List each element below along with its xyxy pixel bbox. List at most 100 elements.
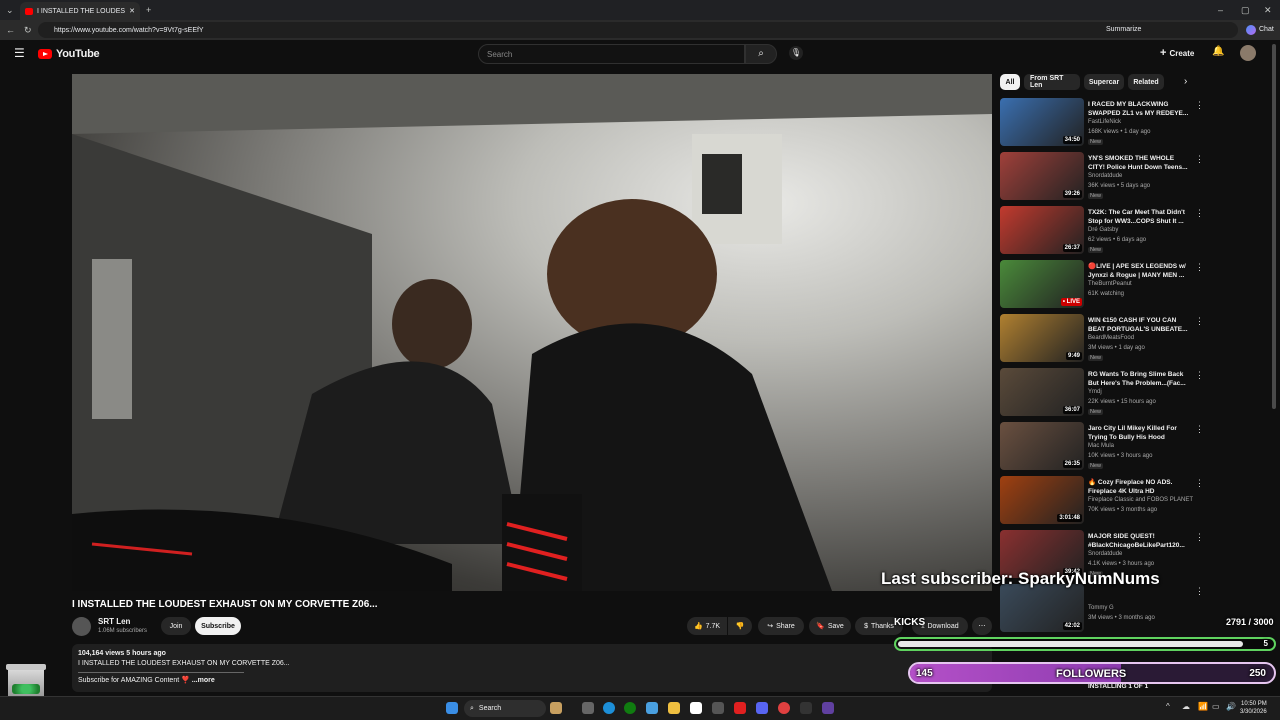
volume-icon[interactable]: 🔊 [1226,702,1236,711]
search-input[interactable]: Search [478,44,745,64]
recommendation-thumbnail[interactable]: 36:07 [1000,368,1084,416]
task-view-icon[interactable] [582,702,594,714]
taskbar-search-box[interactable]: ⌕ Search [464,700,546,717]
widget-icon[interactable] [550,702,562,714]
partial-recommendation-title[interactable]: INSTALLING 1 OF 1 [1088,683,1148,690]
recommendation-item[interactable]: 34:50 I RACED MY BLACKWING SWAPPED ZL1 vs… [1000,98,1270,148]
recommendation-channel[interactable]: Tommy G [1088,605,1114,611]
edge-icon[interactable] [603,702,615,714]
recommendation-item[interactable]: 26:35 Jaro City Lil Mikey Killed For Tryi… [1000,422,1270,472]
clock[interactable]: 10:50 PM 3/30/2026 [1240,700,1267,716]
video-player[interactable] [72,74,992,591]
youtube-logo[interactable]: YouTube [38,48,100,60]
start-icon[interactable] [446,702,458,714]
youtube-app-icon[interactable] [734,702,746,714]
join-button[interactable]: Join [161,617,191,635]
dislike-button[interactable]: 👎 [728,617,752,635]
more-options-icon[interactable]: ⋮ [1195,586,1204,597]
recommendation-item[interactable]: • LIVE 🔴LIVE | APE SEX LEGENDS w/ Jynxzi … [1000,260,1270,310]
more-options-icon[interactable]: ⋮ [1195,532,1204,543]
more-options-icon[interactable]: ⋮ [1195,208,1204,219]
new-tab-icon[interactable]: + [146,0,151,20]
file-explorer-icon[interactable] [668,702,680,714]
browser-tab[interactable]: I INSTALLED THE LOUDEST EX ✕ [20,2,140,20]
microphone-icon[interactable]: 🎙 [789,46,803,60]
chevron-right-icon[interactable]: › [1184,76,1187,87]
tab-list-icon[interactable]: ⌄ [6,0,14,20]
recommendation-title[interactable]: 🔥 Cozy Fireplace NO ADS. Fireplace 4K Ul… [1088,478,1192,496]
tray-chevron-icon[interactable]: ^ [1166,702,1170,711]
amazon-icon[interactable] [712,702,724,714]
recommendation-channel[interactable]: TheBurntPeanut [1088,281,1132,287]
app-icon[interactable] [822,702,834,714]
more-actions-button[interactable]: ⋯ [972,617,992,635]
create-button[interactable]: + Create [1160,47,1194,59]
copilot-icon[interactable] [1246,25,1256,35]
discord-icon[interactable] [756,702,768,714]
like-button[interactable]: 👍 7.7K [687,617,727,635]
more-options-icon[interactable]: ⋮ [1195,424,1204,435]
save-button[interactable]: 🔖 Save [809,617,851,635]
chip-supercar[interactable]: Supercar [1084,74,1124,90]
recommendation-channel[interactable]: Fireplace Classic and FOBOS PLANET [1088,497,1193,503]
calendar-icon[interactable] [690,702,702,714]
minimize-icon[interactable]: – [1218,0,1223,20]
more-options-icon[interactable]: ⋮ [1195,262,1204,273]
recommendation-title[interactable]: I RACED MY BLACKWING SWAPPED ZL1 vs MY R… [1088,100,1192,118]
recommendation-thumbnail[interactable]: 26:37 [1000,206,1084,254]
address-field[interactable]: https://www.youtube.com/watch?v=9Vt7g-sE… [38,22,1238,38]
recommendation-item[interactable]: 26:37 TX2K: The Car Meet That Didn't Stop… [1000,206,1270,256]
chrome-icon[interactable] [778,702,790,714]
recommendation-thumbnail[interactable]: • LIVE [1000,260,1084,308]
battery-icon[interactable]: ▭ [1212,702,1220,711]
recommendation-channel[interactable]: BeardMeatsFood [1088,335,1134,341]
description-box[interactable]: 104,164 views 5 hours ago I INSTALLED TH… [72,644,992,692]
recommendation-item[interactable]: 3:01:48 🔥 Cozy Fireplace NO ADS. Fireplac… [1000,476,1270,526]
recommendation-title[interactable]: RG Wants To Bring Slime Back But Here's … [1088,370,1192,388]
wifi-icon[interactable]: 📶 [1198,702,1208,711]
recommendation-title[interactable]: TX2K: The Car Meet That Didn't Stop for … [1088,208,1192,226]
subscribe-button[interactable]: Subscribe [195,617,241,635]
recommendation-thumbnail[interactable]: 9:49 [1000,314,1084,362]
more-options-icon[interactable]: ⋮ [1195,370,1204,381]
recommendation-channel[interactable]: Dré Gatsby [1088,227,1118,233]
close-window-icon[interactable]: ✕ [1264,0,1272,20]
copilot-app-icon[interactable] [646,702,658,714]
maximize-icon[interactable]: ▢ [1241,0,1250,20]
recommendation-thumbnail[interactable]: 26:35 [1000,422,1084,470]
chip-related[interactable]: Related [1128,74,1164,90]
channel-name[interactable]: SRT Len [98,617,130,626]
more-options-icon[interactable]: ⋮ [1195,316,1204,327]
page-scrollbar[interactable] [1272,44,1276,409]
search-button[interactable]: ⌕ [745,44,777,64]
more-options-icon[interactable]: ⋮ [1195,100,1204,111]
recommendation-channel[interactable]: Snordatdude [1088,551,1122,557]
reload-icon[interactable]: ↻ [24,20,32,40]
recommendation-channel[interactable]: Ymdj [1088,389,1102,395]
xbox-icon[interactable] [624,702,636,714]
recommendation-title[interactable]: YN'S SMOKED THE WHOLE CITY! Police Hunt … [1088,154,1192,172]
more-link[interactable]: ...more [192,677,215,684]
recommendation-title[interactable]: WIN €150 CASH IF YOU CAN BEAT PORTUGAL'S… [1088,316,1192,334]
recommendation-item[interactable]: 36:07 RG Wants To Bring Slime Back But He… [1000,368,1270,418]
recommendation-channel[interactable]: FastLifeNick [1088,119,1121,125]
summarize-button[interactable]: Summarize [1106,26,1141,33]
share-button[interactable]: ↪ Share [758,617,804,635]
chip-all[interactable]: All [1000,74,1020,90]
recommendation-thumbnail[interactable]: 34:50 [1000,98,1084,146]
recommendation-title[interactable]: MAJOR SIDE QUEST! #BlackChicagoBeLikePar… [1088,532,1192,550]
chip-from-channel[interactable]: From SRT Len [1024,74,1080,90]
recommendation-thumbnail[interactable]: 39:26 [1000,152,1084,200]
recommendation-thumbnail[interactable]: 42:02 [1000,584,1084,632]
recommendation-item[interactable]: 39:26 YN'S SMOKED THE WHOLE CITY! Police … [1000,152,1270,202]
close-tab-icon[interactable]: ✕ [129,7,135,15]
menu-icon[interactable]: ☰ [14,46,25,60]
recycle-bin-icon[interactable] [4,664,48,696]
back-icon[interactable]: ← [6,20,15,40]
chat-button[interactable]: Chat [1259,26,1274,33]
recommendation-title[interactable]: Jaro City Lil Mikey Killed For Trying To… [1088,424,1192,442]
cloud-icon[interactable]: ☁ [1182,702,1190,711]
more-options-icon[interactable]: ⋮ [1195,154,1204,165]
notifications-bell-icon[interactable]: 🔔 [1212,46,1224,57]
recommendation-channel[interactable]: Mac Mula [1088,443,1114,449]
